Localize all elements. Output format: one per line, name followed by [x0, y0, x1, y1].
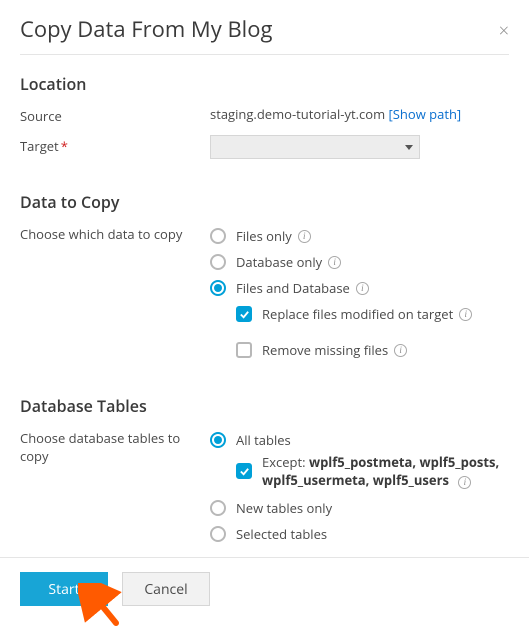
label-files-only: Files only: [236, 227, 292, 245]
label-selected-tables: Selected tables: [236, 525, 327, 543]
radio-files-only[interactable]: [210, 228, 226, 244]
info-icon[interactable]: i: [298, 230, 311, 243]
section-heading-location: Location: [20, 73, 509, 95]
label-database-only: Database only: [236, 253, 322, 271]
radio-all-tables[interactable]: [210, 432, 226, 448]
section-heading-db-tables: Database Tables: [20, 395, 509, 417]
source-label: Source: [20, 105, 210, 125]
target-label: Target: [20, 137, 59, 155]
label-remove-missing: Remove missing files: [262, 341, 388, 359]
label-all-tables: All tables: [236, 431, 291, 449]
check-except[interactable]: [236, 463, 252, 479]
radio-files-and-db[interactable]: [210, 280, 226, 296]
label-except: Except:: [262, 453, 309, 471]
required-asterisk: *: [61, 137, 68, 155]
divider: [0, 557, 529, 558]
check-remove-missing[interactable]: [236, 342, 252, 358]
radio-selected-tables[interactable]: [210, 526, 226, 542]
section-heading-data-to-copy: Data to Copy: [20, 191, 509, 213]
chevron-down-icon: [405, 145, 413, 150]
cancel-button[interactable]: Cancel: [122, 572, 210, 606]
target-select[interactable]: [210, 135, 420, 159]
info-icon[interactable]: i: [394, 344, 407, 357]
show-path-link[interactable]: [Show path]: [389, 105, 462, 123]
info-icon[interactable]: i: [328, 256, 341, 269]
db-tables-help: Choose database tables to copy: [20, 427, 210, 465]
info-icon[interactable]: i: [356, 282, 369, 295]
start-button[interactable]: Start: [20, 572, 108, 606]
info-icon[interactable]: i: [458, 476, 471, 489]
label-new-tables: New tables only: [236, 499, 332, 517]
label-replace-files: Replace files modified on target: [262, 305, 453, 323]
radio-new-tables[interactable]: [210, 500, 226, 516]
radio-database-only[interactable]: [210, 254, 226, 270]
label-files-and-db: Files and Database: [236, 279, 350, 297]
data-to-copy-help: Choose which data to copy: [20, 223, 210, 243]
source-value: staging.demo-tutorial-yt.com: [210, 105, 385, 123]
check-replace-files[interactable]: [236, 306, 252, 322]
close-icon[interactable]: ×: [499, 22, 509, 40]
dialog-title: Copy Data From My Blog: [20, 14, 272, 44]
info-icon[interactable]: i: [459, 308, 472, 321]
